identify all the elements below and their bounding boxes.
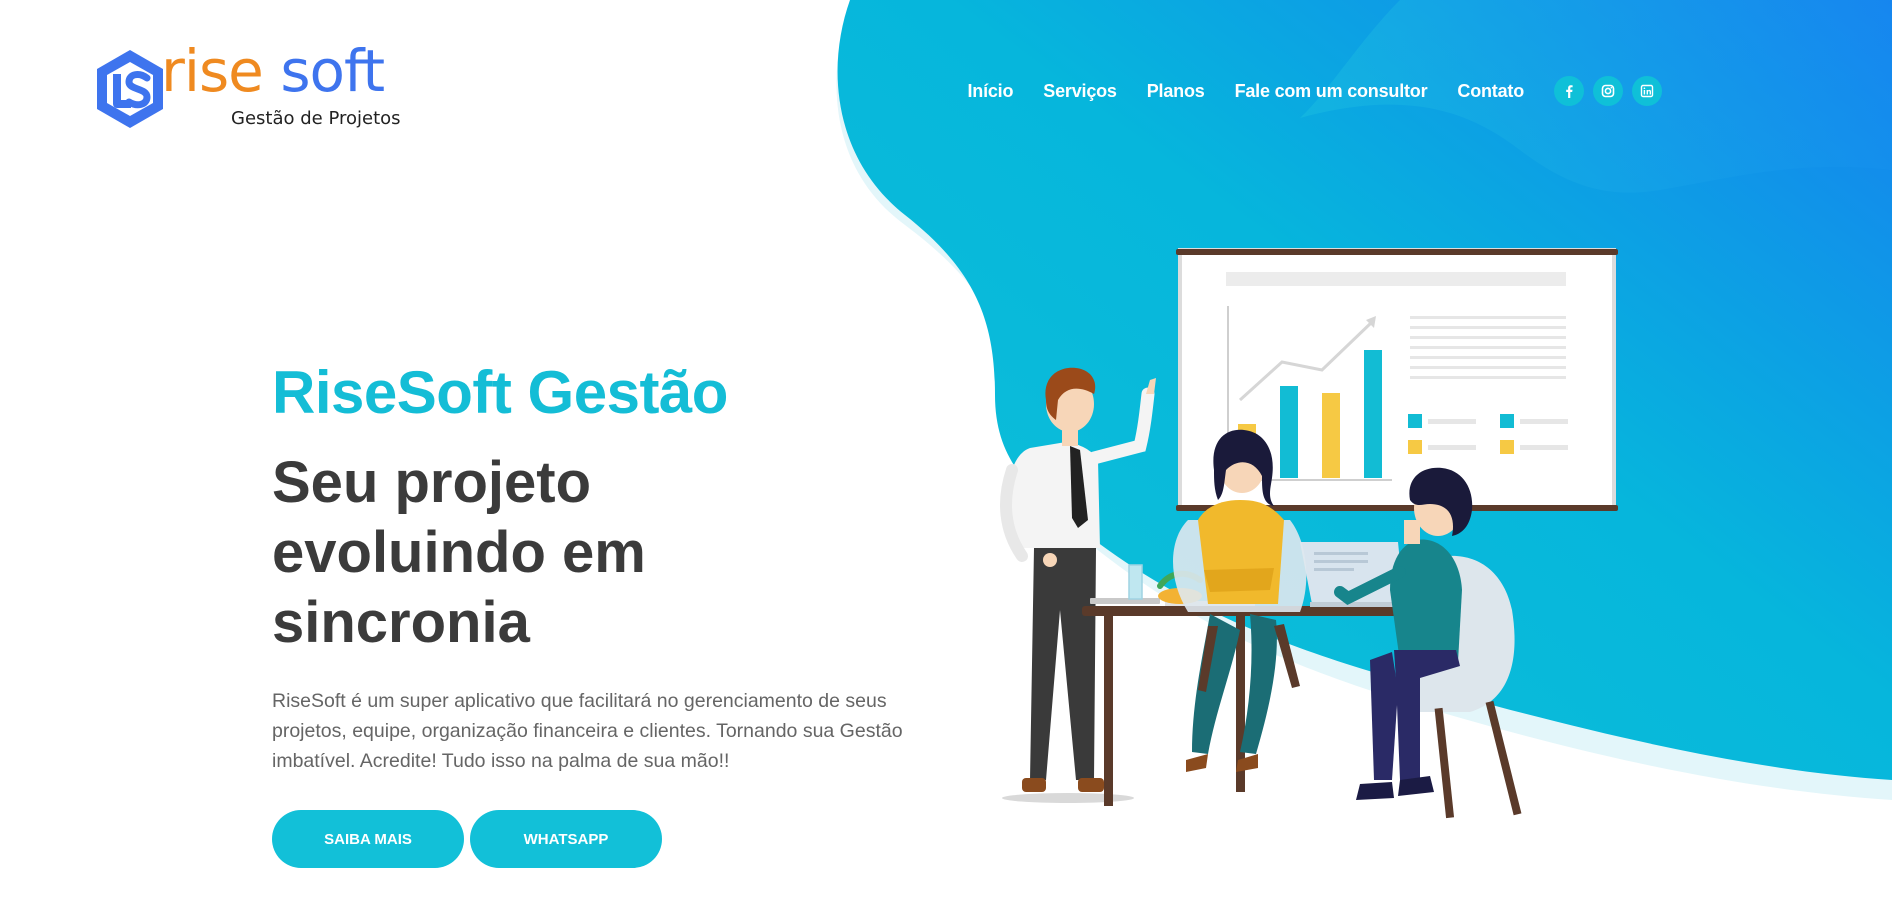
hero-section: RiseSoft Gestão Seu projeto evoluindo em… xyxy=(272,358,912,868)
linkedin-icon xyxy=(1640,84,1654,98)
hero-subtitle: Seu projeto evoluindo em sincronia xyxy=(272,450,646,655)
facebook-icon xyxy=(1566,85,1573,98)
saiba-mais-button[interactable]: SAIBA MAIS xyxy=(272,810,464,868)
logo-hexagon-icon xyxy=(97,50,163,128)
instagram-icon xyxy=(1601,84,1615,98)
linkedin-button[interactable] xyxy=(1632,76,1662,106)
nav-link-inicio[interactable]: Início xyxy=(967,81,1013,102)
facebook-button[interactable] xyxy=(1554,76,1584,106)
main-nav: Início Serviços Planos Fale com um consu… xyxy=(937,76,1662,106)
brand-logo[interactable]: rise soft Gestão de Projetos xyxy=(95,42,425,134)
nav-link-contato[interactable]: Contato xyxy=(1457,81,1524,102)
nav-link-consultor[interactable]: Fale com um consultor xyxy=(1235,81,1428,102)
whatsapp-button[interactable]: WHATSAPP xyxy=(470,810,662,868)
social-links xyxy=(1554,76,1662,106)
nav-link-servicos[interactable]: Serviços xyxy=(1043,81,1117,102)
logo-wordmark: rise soft xyxy=(161,42,385,100)
seated-man-illustration xyxy=(1334,467,1522,819)
logo-word-soft: soft xyxy=(280,37,385,105)
hero-description: RiseSoft é um super aplicativo que facil… xyxy=(272,690,903,772)
hero-title: RiseSoft Gestão xyxy=(272,359,728,426)
nav-link-planos[interactable]: Planos xyxy=(1147,81,1205,102)
team-meeting-illustration xyxy=(1000,248,1618,819)
instagram-button[interactable] xyxy=(1593,76,1623,106)
logo-tagline: Gestão de Projetos xyxy=(231,108,401,129)
logo-word-rise: rise xyxy=(161,37,264,105)
hero-buttons: SAIBA MAIS WHATSAPP xyxy=(272,810,912,868)
